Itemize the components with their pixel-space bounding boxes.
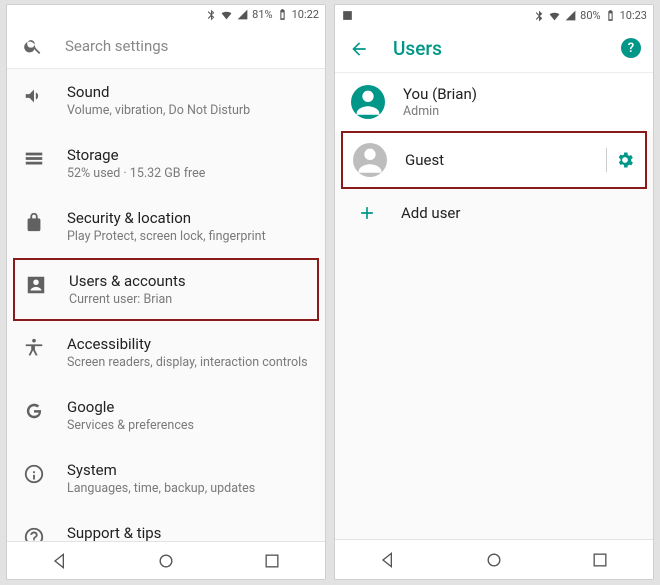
help-icon [23, 526, 45, 542]
nav-home-icon[interactable] [156, 551, 176, 571]
user-row-current[interactable]: You (Brian) Admin [335, 73, 653, 131]
nav-back-icon[interactable] [378, 550, 398, 570]
nav-back-icon[interactable] [50, 551, 70, 571]
info-icon [23, 463, 45, 485]
battery-pct: 80% [580, 9, 600, 22]
settings-item-users-accounts[interactable]: Users & accounts Current user: Brian [13, 258, 319, 321]
row-title: Accessibility [67, 335, 308, 353]
accessibility-icon [23, 337, 45, 359]
add-user-row[interactable]: Add user [335, 189, 653, 237]
users-list: You (Brian) Admin Guest Add user [335, 73, 653, 539]
nav-recent-icon[interactable] [262, 551, 282, 571]
row-title: Google [67, 398, 194, 416]
page-title: Users [393, 37, 442, 60]
row-subtitle: Languages, time, backup, updates [67, 481, 255, 496]
image-icon [341, 9, 354, 22]
nav-bar [7, 541, 325, 579]
gear-icon[interactable] [615, 150, 635, 170]
signal-icon [564, 9, 577, 22]
nav-home-icon[interactable] [484, 550, 504, 570]
clock: 10:22 [292, 8, 319, 21]
divider [606, 148, 607, 172]
wifi-icon [548, 9, 561, 22]
user-name: Guest [405, 151, 444, 169]
google-icon [23, 400, 45, 422]
user-name: You (Brian) [403, 85, 477, 103]
avatar-icon [351, 85, 385, 119]
search-placeholder: Search settings [65, 37, 168, 55]
user-row-guest[interactable]: Guest [341, 131, 647, 189]
row-subtitle: Services & preferences [67, 418, 194, 433]
settings-screen: 81% 10:22 Search settings Sound Volume, … [6, 4, 326, 580]
wifi-icon [220, 8, 233, 21]
signal-icon [236, 8, 249, 21]
storage-icon [23, 148, 45, 170]
settings-item-accessibility[interactable]: Accessibility Screen readers, display, i… [7, 321, 325, 384]
row-subtitle: Current user: Brian [69, 292, 186, 307]
battery-icon [276, 8, 289, 21]
status-bar: 81% 10:22 [7, 5, 325, 24]
user-sub: Admin [403, 104, 477, 119]
nav-bar [335, 539, 653, 579]
bluetooth-icon [532, 9, 545, 22]
row-subtitle: Volume, vibration, Do Not Disturb [67, 103, 250, 118]
settings-item-google[interactable]: Google Services & preferences [7, 384, 325, 447]
search-icon [23, 36, 43, 56]
status-bar: 80% 10:23 [335, 5, 653, 25]
avatar-icon [353, 143, 387, 177]
settings-item-system[interactable]: System Languages, time, backup, updates [7, 447, 325, 510]
row-title: System [67, 461, 255, 479]
row-title: Security & location [67, 209, 266, 227]
row-subtitle: 52% used · 15.32 GB free [67, 166, 205, 181]
battery-pct: 81% [252, 8, 272, 21]
row-title: Support & tips [67, 524, 302, 542]
plus-icon [357, 203, 377, 223]
users-screen: gP 80% 10:23 Users ? You (Brian) Admin [334, 4, 654, 580]
help-icon[interactable]: ? [621, 38, 641, 58]
settings-item-sound[interactable]: Sound Volume, vibration, Do Not Disturb [7, 69, 325, 132]
row-subtitle: Play Protect, screen lock, fingerprint [67, 229, 266, 244]
bluetooth-icon [204, 8, 217, 21]
row-subtitle: Screen readers, display, interaction con… [67, 355, 308, 370]
settings-item-support[interactable]: Support & tips Help articles, phone & ch… [7, 510, 325, 542]
nav-recent-icon[interactable] [590, 550, 610, 570]
title-bar: Users ? [335, 25, 653, 73]
battery-icon [604, 9, 617, 22]
settings-item-security[interactable]: Security & location Play Protect, screen… [7, 195, 325, 258]
lock-icon [23, 211, 45, 233]
row-title: Sound [67, 83, 250, 101]
add-user-label: Add user [401, 204, 460, 222]
account-icon [25, 274, 47, 296]
settings-list: Sound Volume, vibration, Do Not Disturb … [7, 69, 325, 542]
clock: 10:23 [620, 9, 647, 22]
settings-item-storage[interactable]: Storage 52% used · 15.32 GB free [7, 132, 325, 195]
volume-icon [23, 85, 45, 107]
row-title: Users & accounts [69, 272, 186, 290]
row-title: Storage [67, 146, 205, 164]
search-bar[interactable]: Search settings [7, 24, 325, 69]
back-arrow-icon[interactable] [349, 39, 369, 59]
